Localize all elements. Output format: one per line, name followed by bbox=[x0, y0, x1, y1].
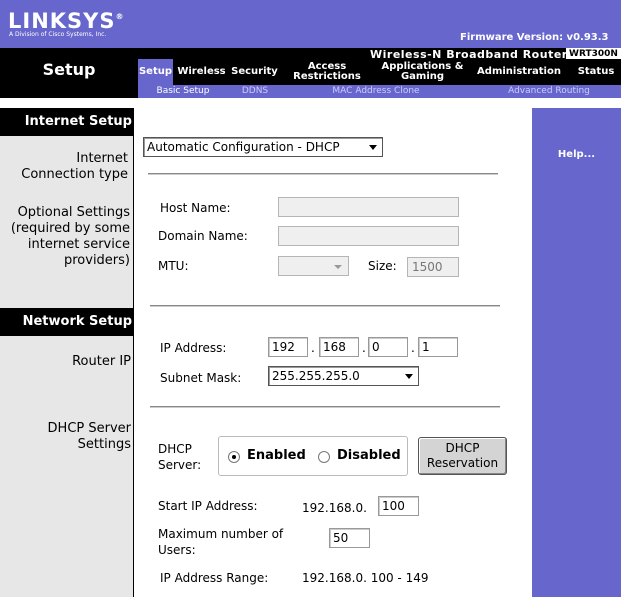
label-dhcp-settings: DHCP Server Settings bbox=[47, 421, 131, 452]
subnet-mask-label: Subnet Mask: bbox=[160, 371, 242, 385]
ip-octet-2[interactable]: 168 bbox=[319, 337, 359, 357]
tab-administration[interactable]: Administration bbox=[476, 59, 562, 85]
column-divider bbox=[133, 108, 134, 597]
label-router-ip: Router IP bbox=[72, 354, 131, 369]
tab-wireless[interactable]: Wireless bbox=[175, 59, 228, 85]
tab-setup[interactable]: Setup bbox=[138, 59, 173, 85]
chevron-down-icon bbox=[369, 145, 377, 150]
host-name-label: Host Name: bbox=[160, 201, 231, 215]
radio-selected-dot bbox=[232, 455, 236, 459]
subnet-mask-value: 255.255.255.0 bbox=[272, 369, 360, 383]
dhcp-disabled-radio[interactable] bbox=[318, 451, 330, 463]
mtu-select[interactable] bbox=[278, 256, 349, 276]
host-name-input[interactable] bbox=[278, 197, 459, 217]
subnet-mask-select[interactable]: 255.255.255.0 bbox=[268, 366, 419, 386]
subtab-basic-setup[interactable]: Basic Setup bbox=[150, 85, 216, 98]
subtab-mac-address-clone[interactable]: MAC Address Clone bbox=[318, 85, 434, 98]
section-network-setup: Network Setup bbox=[0, 308, 133, 336]
firmware-version: Firmware Version: v0.93.3 bbox=[460, 32, 609, 43]
ip-range-value: 192.168.0. 100 - 149 bbox=[302, 571, 429, 585]
dhcp-enabled-label[interactable]: Enabled bbox=[247, 448, 306, 463]
max-users-label: Maximum number of Users: bbox=[158, 527, 284, 557]
start-ip-prefix: 192.168.0. bbox=[302, 501, 367, 515]
chevron-down-icon bbox=[405, 374, 413, 379]
domain-name-input[interactable] bbox=[278, 226, 459, 246]
subtab-advanced-routing[interactable]: Advanced Routing bbox=[500, 85, 598, 98]
start-ip-input[interactable]: 100 bbox=[378, 496, 419, 516]
label-connection-type: Internet Connection type bbox=[21, 151, 128, 182]
size-label: Size: bbox=[368, 259, 397, 273]
tab-access-restrictions[interactable]: Access Restrictions bbox=[290, 59, 364, 85]
tab-security[interactable]: Security bbox=[229, 59, 280, 85]
start-ip-label: Start IP Address: bbox=[158, 499, 258, 513]
mtu-label: MTU: bbox=[158, 259, 189, 273]
ip-separator: . bbox=[411, 341, 415, 355]
max-users-input[interactable]: 50 bbox=[329, 528, 370, 548]
dhcp-reservation-button[interactable]: DHCP Reservation bbox=[418, 437, 507, 475]
subtab-ddns[interactable]: DDNS bbox=[232, 85, 278, 98]
connection-type-select[interactable]: Automatic Configuration - DHCP bbox=[143, 137, 383, 157]
ip-octet-1[interactable]: 192 bbox=[268, 337, 308, 357]
section-internet-setup: Internet Setup bbox=[0, 108, 133, 136]
divider bbox=[148, 173, 498, 175]
ip-octet-4[interactable]: 1 bbox=[418, 337, 458, 357]
ip-separator: . bbox=[311, 341, 315, 355]
tab-applications-gaming[interactable]: Applications & Gaming bbox=[380, 59, 465, 85]
dhcp-server-label: DHCP Server: bbox=[158, 442, 202, 472]
label-optional-settings: Optional Settings (required by some inte… bbox=[10, 205, 130, 268]
linksys-logo: LINKSYS® bbox=[8, 9, 125, 33]
help-column bbox=[532, 108, 621, 597]
ip-address-label: IP Address: bbox=[160, 341, 227, 355]
tab-status[interactable]: Status bbox=[572, 59, 620, 85]
help-link[interactable]: Help... bbox=[532, 149, 621, 160]
divider bbox=[150, 406, 500, 408]
domain-name-label: Domain Name: bbox=[158, 229, 248, 243]
page-title: Setup bbox=[42, 60, 96, 79]
connection-type-value: Automatic Configuration - DHCP bbox=[147, 140, 340, 154]
ip-octet-3[interactable]: 0 bbox=[368, 337, 408, 357]
logo-subtitle: A Division of Cisco Systems, Inc. bbox=[9, 31, 107, 38]
dhcp-enabled-radio[interactable] bbox=[228, 451, 240, 463]
chevron-down-icon bbox=[334, 265, 342, 269]
ip-range-label: IP Address Range: bbox=[160, 571, 269, 585]
divider bbox=[150, 305, 500, 307]
size-input[interactable]: 1500 bbox=[407, 257, 459, 277]
dhcp-disabled-label[interactable]: Disabled bbox=[337, 448, 401, 463]
ip-separator: . bbox=[362, 341, 366, 355]
